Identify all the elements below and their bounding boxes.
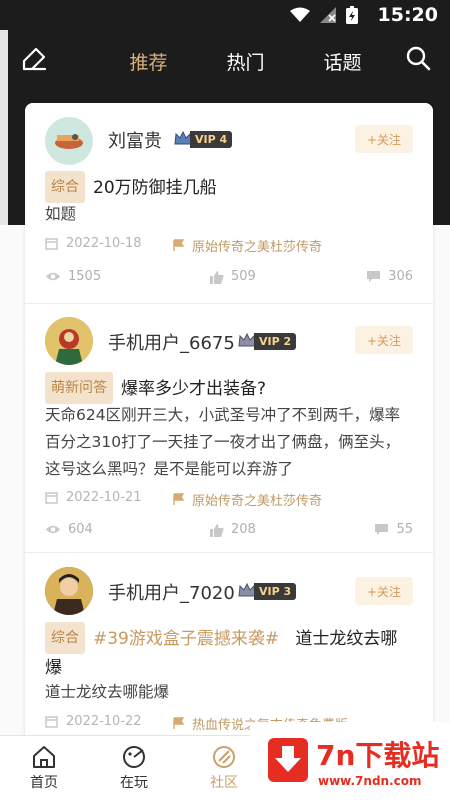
comment-button[interactable]: 55 bbox=[374, 522, 413, 537]
post-title-text: 20万防御挂几船 bbox=[93, 178, 217, 198]
eye-icon bbox=[46, 525, 60, 534]
post-tag[interactable]: 综合 bbox=[45, 622, 85, 654]
gamepad-icon bbox=[123, 746, 145, 768]
signal-off-icon bbox=[320, 7, 336, 23]
like-button[interactable]: 208 bbox=[210, 522, 256, 537]
post-tag[interactable]: 综合 bbox=[45, 171, 85, 203]
post-card[interactable]: 手机用户_7020 VIP 3 +关注 综合 #39游戏盒子震撼来袭# 道士龙纹去… bbox=[25, 553, 433, 743]
post-hashtag[interactable]: #39游戏盒子震撼来袭# bbox=[93, 629, 279, 649]
avatar[interactable] bbox=[45, 117, 93, 165]
thumbs-up-icon bbox=[210, 523, 224, 537]
nav-home-label: 首页 bbox=[30, 775, 58, 791]
post-stats: 1505 509 306 bbox=[45, 269, 413, 289]
watermark-title: 7n下载站 bbox=[316, 739, 440, 772]
comments-count: 55 bbox=[396, 522, 413, 537]
post-date: 2022-10-18 bbox=[45, 236, 142, 251]
post-title-text: 爆率多少才出装备? bbox=[121, 379, 267, 399]
post-body: 如题 bbox=[45, 205, 77, 223]
post-date-text: 2022-10-21 bbox=[66, 490, 142, 505]
community-icon bbox=[213, 746, 235, 768]
status-bar: 15:20 bbox=[0, 0, 450, 30]
username[interactable]: 手机用户_6675 bbox=[108, 329, 235, 355]
username[interactable]: 刘富贵 bbox=[108, 127, 162, 153]
side-strip bbox=[0, 30, 8, 225]
post-game-link[interactable]: 原始传奇之美杜莎传奇 bbox=[173, 236, 322, 255]
comment-button[interactable]: 306 bbox=[366, 269, 413, 284]
home-icon bbox=[33, 746, 55, 768]
post-card[interactable]: 刘富贵 VIP 4 +关注 综合 20万防御挂几船 如题 2022-10-18 原… bbox=[25, 103, 433, 304]
tab-topics[interactable]: 话题 bbox=[294, 44, 391, 75]
views-count: 1505 bbox=[68, 269, 102, 284]
post-tag[interactable]: 萌新问答 bbox=[45, 372, 113, 404]
watermark-url: www.7ndn.com bbox=[318, 774, 422, 788]
views-stat: 1505 bbox=[45, 269, 101, 284]
eye-icon bbox=[46, 272, 60, 281]
follow-button[interactable]: +关注 bbox=[355, 326, 413, 354]
vip-level: VIP 3 bbox=[254, 582, 297, 600]
nav-playing[interactable]: 在玩 bbox=[104, 744, 164, 792]
follow-button[interactable]: +关注 bbox=[355, 125, 413, 153]
post-card[interactable]: 手机用户_6675 VIP 2 +关注 萌新问答 爆率多少才出装备? 天命624区… bbox=[25, 304, 433, 553]
flag-icon bbox=[173, 493, 184, 505]
calendar-icon bbox=[45, 716, 58, 728]
edit-post-icon[interactable] bbox=[20, 45, 48, 73]
views-stat: 604 bbox=[45, 522, 93, 537]
post-body: 道士龙纹去哪能爆 bbox=[45, 683, 170, 701]
vip-badge: VIP 4 bbox=[173, 129, 233, 149]
post-stats: 604 208 55 bbox=[45, 522, 413, 542]
comment-icon bbox=[375, 524, 389, 535]
nav-community[interactable]: 社区 bbox=[194, 744, 254, 792]
nav-home[interactable]: 首页 bbox=[14, 744, 74, 792]
calendar-icon bbox=[45, 238, 58, 250]
avatar[interactable] bbox=[45, 567, 93, 615]
vip-level: VIP 2 bbox=[254, 332, 297, 350]
tab-hot[interactable]: 热门 bbox=[197, 44, 294, 75]
follow-button[interactable]: +关注 bbox=[355, 577, 413, 605]
wifi-icon bbox=[290, 7, 310, 22]
comment-icon bbox=[367, 271, 381, 282]
post-title[interactable]: 萌新问答 爆率多少才出装备? bbox=[45, 372, 413, 404]
flag-icon bbox=[173, 239, 184, 251]
search-icon[interactable] bbox=[404, 44, 432, 72]
like-button[interactable]: 509 bbox=[210, 269, 256, 284]
post-date: 2022-10-21 bbox=[45, 490, 142, 505]
nav-playing-label: 在玩 bbox=[120, 775, 148, 791]
calendar-icon bbox=[45, 492, 58, 504]
vip-level: VIP 4 bbox=[190, 130, 233, 148]
avatar[interactable] bbox=[45, 317, 93, 365]
thumbs-up-icon bbox=[210, 270, 224, 284]
post-title[interactable]: 综合 20万防御挂几船 bbox=[45, 171, 413, 203]
post-date: 2022-10-22 bbox=[45, 714, 142, 729]
views-count: 604 bbox=[68, 522, 93, 537]
post-game-text: 原始传奇之美杜莎传奇 bbox=[192, 240, 323, 255]
likes-count: 509 bbox=[231, 269, 256, 284]
site-watermark: 7n下载站 www.7ndn.com bbox=[250, 722, 450, 800]
likes-count: 208 bbox=[231, 522, 256, 537]
vip-badge: VIP 2 bbox=[237, 331, 297, 351]
status-time: 15:20 bbox=[377, 4, 438, 26]
post-game-link[interactable]: 原始传奇之美杜莎传奇 bbox=[173, 490, 322, 509]
flag-icon bbox=[173, 717, 184, 729]
nav-community-label: 社区 bbox=[210, 775, 238, 791]
post-meta: 2022-10-18 原始传奇之美杜莎传奇 bbox=[45, 236, 413, 256]
post-title[interactable]: 综合 #39游戏盒子震撼来袭# 道士龙纹去哪爆 bbox=[45, 622, 413, 682]
feed-tabs: 推荐 热门 话题 bbox=[100, 44, 391, 75]
post-date-text: 2022-10-18 bbox=[66, 236, 142, 251]
post-date-text: 2022-10-22 bbox=[66, 714, 142, 729]
post-meta: 2022-10-21 原始传奇之美杜莎传奇 bbox=[45, 490, 413, 510]
post-body: 天命624区刚开三大，小武圣号冲了不到两千，爆率百分之310打了一天挂了一夜才出… bbox=[45, 406, 401, 478]
battery-charging-icon bbox=[346, 6, 358, 24]
download-logo-icon bbox=[268, 738, 308, 782]
username[interactable]: 手机用户_7020 bbox=[108, 579, 235, 605]
tab-recommend[interactable]: 推荐 bbox=[100, 44, 197, 75]
post-feed: 刘富贵 VIP 4 +关注 综合 20万防御挂几船 如题 2022-10-18 原… bbox=[25, 103, 433, 743]
vip-badge: VIP 3 bbox=[237, 581, 297, 601]
post-game-text: 原始传奇之美杜莎传奇 bbox=[192, 494, 323, 509]
comments-count: 306 bbox=[388, 269, 413, 284]
